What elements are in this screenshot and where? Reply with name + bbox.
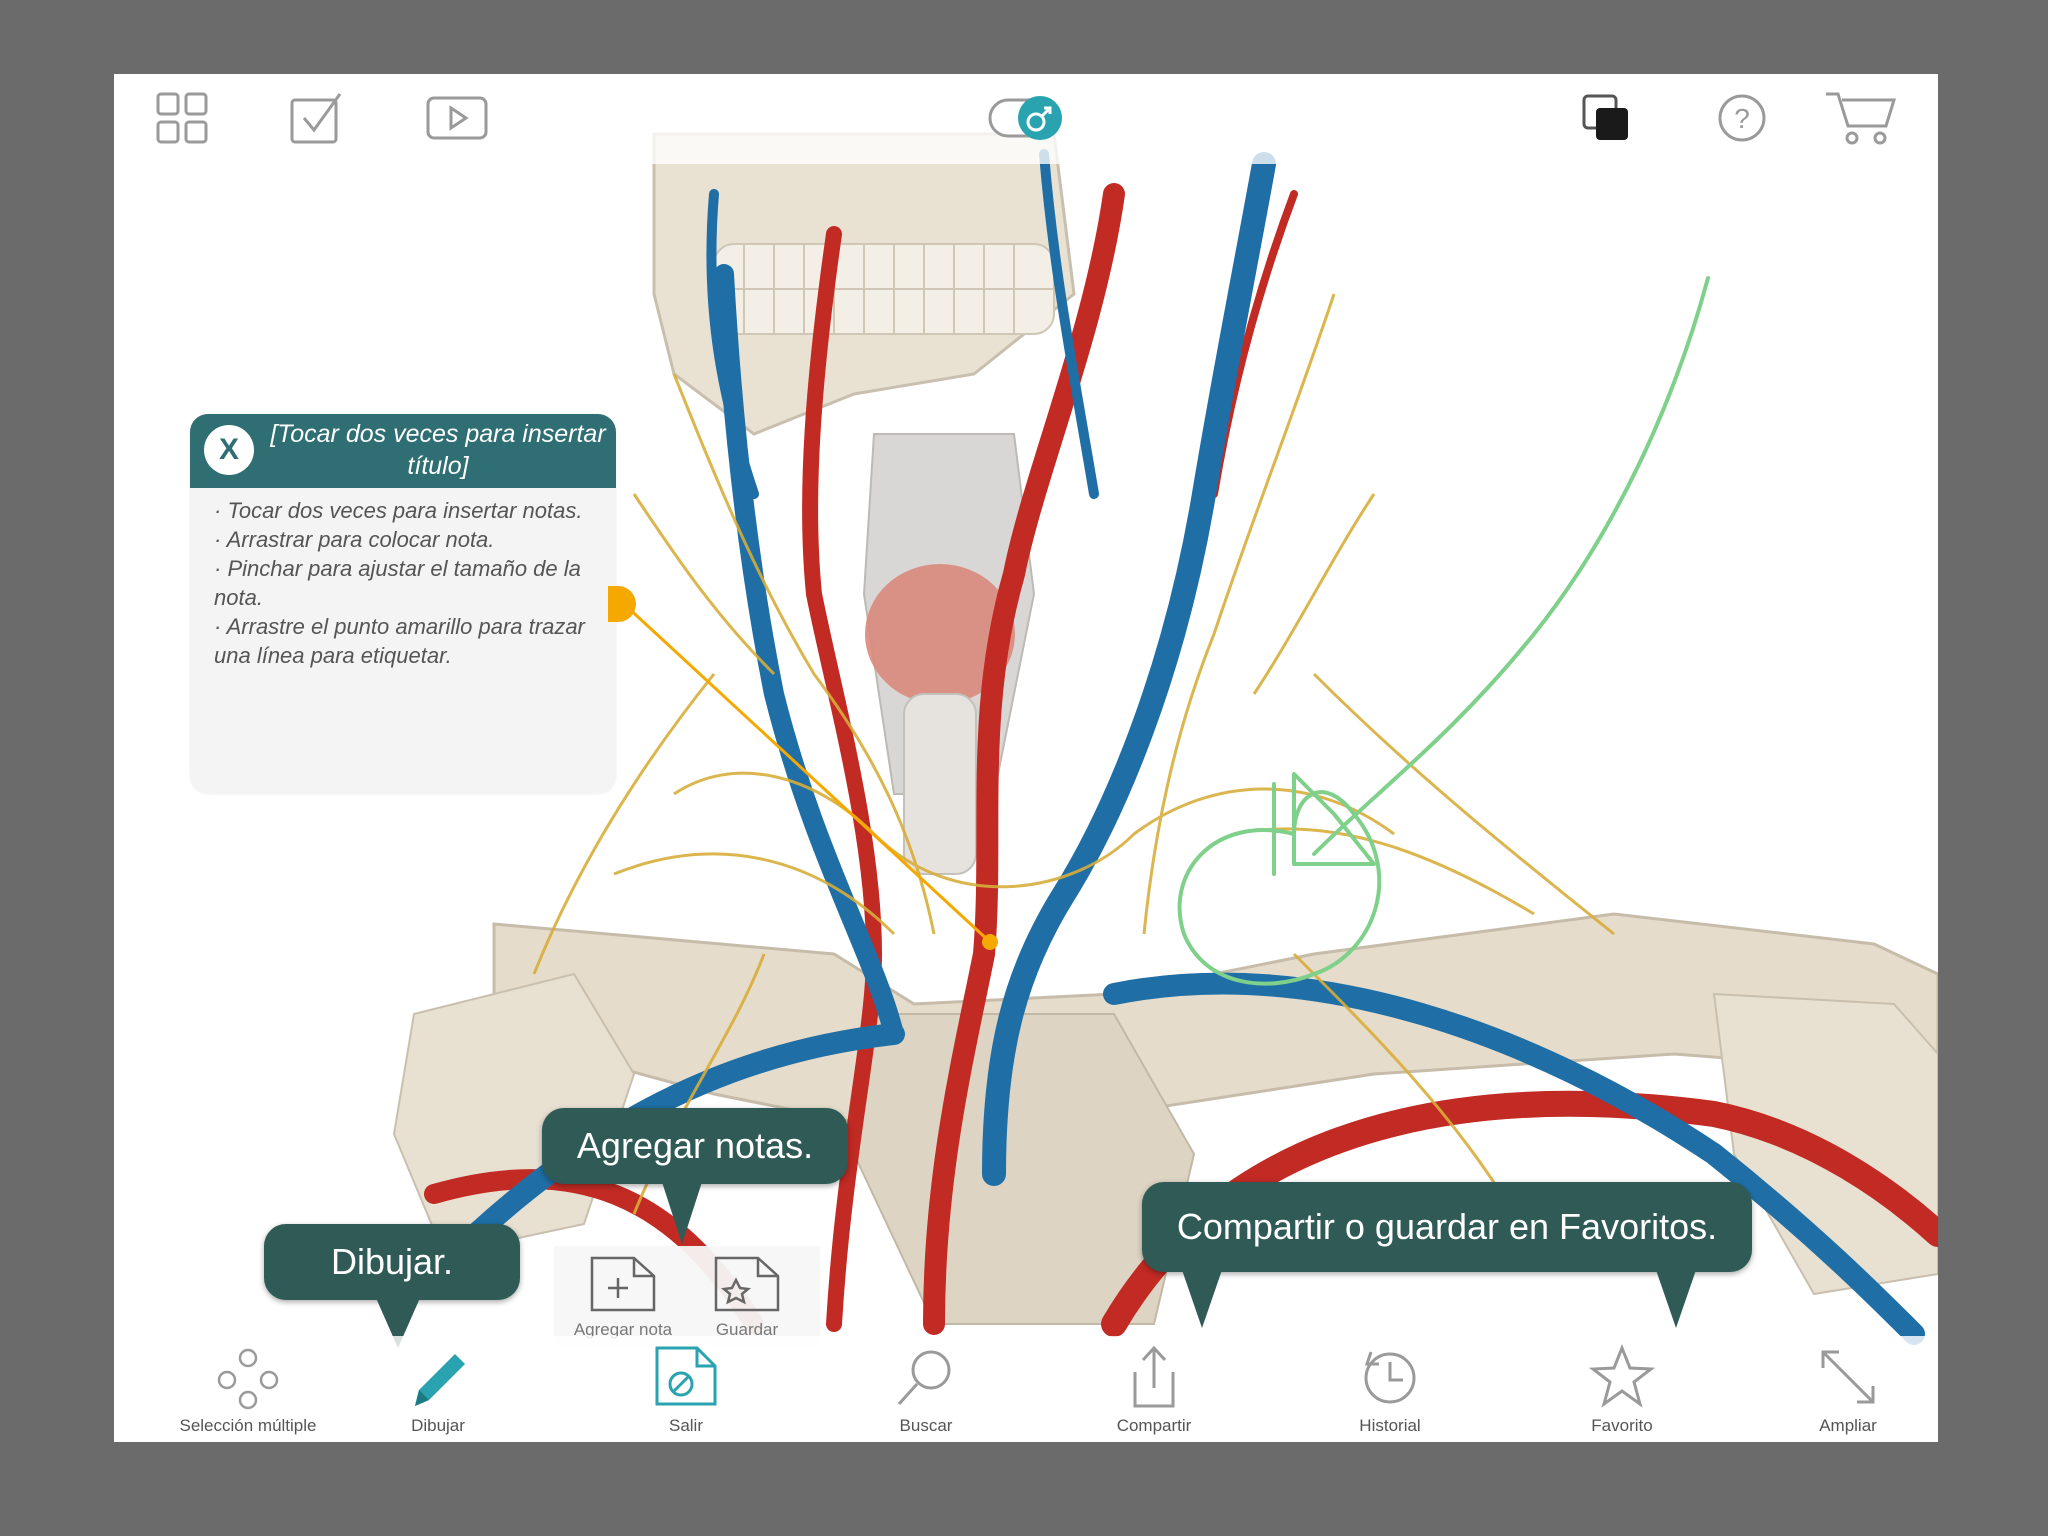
history-icon (1364, 1351, 1416, 1404)
note-title[interactable]: [Tocar dos veces para insertar título] (270, 418, 606, 482)
callout-add-notes-text: Agregar notas. (576, 1125, 814, 1166)
add-note-icon (590, 1256, 656, 1312)
search-icon (897, 1350, 951, 1406)
gender-toggle-icon[interactable] (986, 88, 1066, 148)
search-button[interactable]: Buscar (836, 1344, 1016, 1436)
note-line: · Pinchar para ajustar el tamaño de la n… (214, 556, 581, 610)
note-actions-popup: Agregar nota Guardar (554, 1246, 820, 1346)
top-toolbar: ? (114, 74, 1938, 164)
callout-draw-text: Dibujar. (330, 1241, 454, 1282)
expand-button[interactable]: Ampliar (1758, 1344, 1938, 1436)
svg-text:?: ? (1734, 103, 1750, 134)
exit-label: Salir (668, 1416, 703, 1435)
star-icon (1589, 1344, 1655, 1408)
search-label: Buscar (899, 1416, 953, 1435)
favorite-label: Favorito (1591, 1416, 1653, 1435)
history-button[interactable]: Historial (1300, 1344, 1480, 1436)
multi-select-button[interactable]: Selección múltiple (158, 1344, 338, 1436)
exit-note-icon (655, 1346, 717, 1406)
favorite-button[interactable]: Favorito (1532, 1344, 1712, 1436)
share-icon (1133, 1345, 1175, 1408)
bottom-toolbar: Selección múltiple Dibujar Salir Buscar … (114, 1336, 1938, 1442)
note-body[interactable]: · Tocar dos veces para insertar notas. ·… (190, 488, 616, 670)
help-icon[interactable]: ? (1712, 88, 1772, 148)
note-card[interactable]: X [Tocar dos veces para insertar título]… (190, 414, 616, 794)
save-note-button[interactable]: Guardar (692, 1252, 802, 1340)
expand-arrows-icon (1821, 1350, 1875, 1404)
callout-add-notes: Agregar notas. (542, 1108, 848, 1244)
video-icon[interactable] (424, 88, 490, 148)
grid-icon[interactable] (152, 88, 212, 148)
share-label: Compartir (1116, 1416, 1192, 1435)
draw-label: Dibujar (411, 1416, 465, 1435)
draw-button[interactable]: Dibujar (348, 1344, 528, 1436)
multi-select-icon (217, 1348, 279, 1410)
callout-tail-share (1182, 1270, 1222, 1328)
callout-share-favorite: Compartir o guardar en Favoritos. (1142, 1182, 1752, 1328)
callout-draw: Dibujar. (264, 1224, 520, 1348)
pencil-icon (415, 1354, 465, 1406)
callout-tail-favorite (1656, 1270, 1696, 1328)
checkbox-icon[interactable] (286, 88, 346, 148)
app-screen: ? X [Tocar dos veces para insertar títul… (114, 74, 1938, 1442)
note-close-button[interactable]: X (204, 425, 254, 475)
expand-label: Ampliar (1819, 1416, 1877, 1435)
exit-notes-button[interactable]: Salir (596, 1344, 776, 1436)
history-label: Historial (1359, 1416, 1421, 1435)
callout-share-text: Compartir o guardar en Favoritos. (1176, 1206, 1718, 1247)
share-button[interactable]: Compartir (1064, 1344, 1244, 1436)
multi-select-label: Selección múltiple (179, 1416, 317, 1435)
note-line: · Arrastre el punto amarillo para trazar… (214, 614, 585, 668)
layers-icon[interactable] (1576, 88, 1636, 148)
cart-icon[interactable] (1824, 88, 1898, 148)
note-line: · Tocar dos veces para insertar notas. (214, 498, 583, 523)
star-document-icon (714, 1256, 780, 1312)
note-header[interactable]: X [Tocar dos veces para insertar título] (190, 414, 616, 488)
add-note-button[interactable]: Agregar nota (568, 1252, 678, 1340)
note-line: · Arrastrar para colocar nota. (214, 527, 495, 552)
callout-tail (662, 1182, 702, 1244)
